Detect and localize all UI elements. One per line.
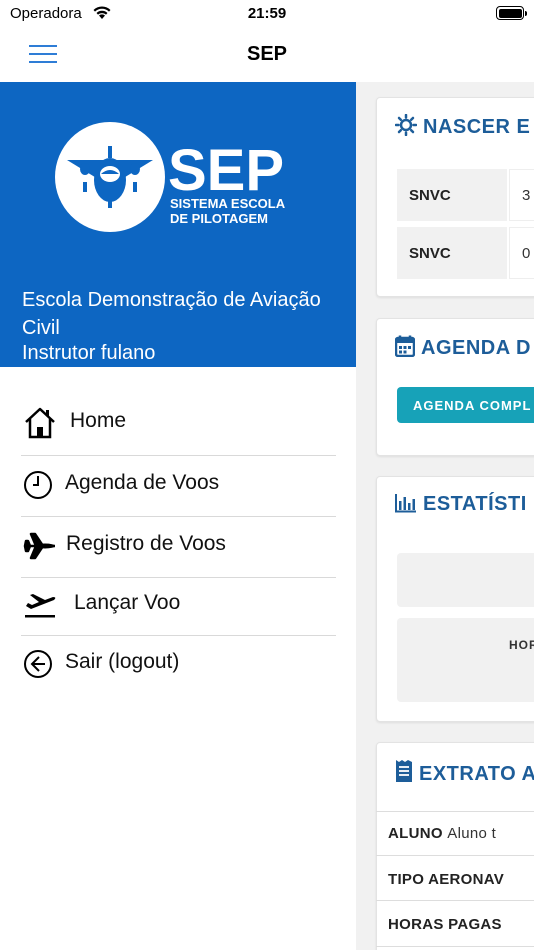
airplane-logo-icon: SEP SISTEMA ESCOLA DE PILOTAGEM bbox=[55, 122, 286, 232]
statistics-card: ESTATÍSTI HOR bbox=[376, 476, 534, 722]
menu-label: Registro de Voos bbox=[66, 532, 226, 555]
extract-row: ALUNO Aluno t bbox=[388, 825, 497, 842]
extract-row-divider bbox=[376, 855, 534, 856]
sunrise-card-title: NASCER E bbox=[394, 113, 530, 139]
bar-chart-icon bbox=[395, 494, 416, 513]
menu-item-home[interactable]: Home bbox=[21, 392, 336, 452]
sep-logo: SEP SISTEMA ESCOLA DE PILOTAGEM bbox=[55, 120, 305, 240]
airplane-icon bbox=[23, 532, 55, 560]
home-icon bbox=[25, 407, 55, 439]
menu-item-logout[interactable]: Sair (logout) bbox=[21, 633, 336, 693]
logo-subtitle-1: SISTEMA ESCOLA bbox=[170, 196, 286, 211]
sunrise-row-value: 0 bbox=[509, 227, 534, 279]
logo-subtitle-2: DE PILOTAGEM bbox=[170, 211, 268, 226]
drawer-header: SEP SISTEMA ESCOLA DE PILOTAGEM Escola D… bbox=[0, 82, 356, 367]
full-agenda-button[interactable]: AGENDA COMPL bbox=[397, 387, 534, 423]
extract-row-divider bbox=[376, 811, 534, 812]
menu-label: Lançar Voo bbox=[74, 591, 181, 614]
school-name: Escola Demonstração de Aviação Civil bbox=[22, 289, 321, 339]
statistics-card-title: ESTATÍSTI bbox=[395, 493, 527, 516]
clock-time: 21:59 bbox=[247, 5, 287, 22]
sunrise-card: NASCER E SNVC 3 SNVC 0 bbox=[376, 97, 534, 297]
menu-item-flight-log[interactable]: Registro de Voos bbox=[21, 515, 336, 575]
statistics-box bbox=[397, 553, 534, 607]
menu-label: Sair (logout) bbox=[65, 650, 180, 673]
battery-icon bbox=[496, 6, 527, 20]
main-content: NASCER E SNVC 3 SNVC 0 AGENDA D AGENDA C… bbox=[356, 82, 534, 950]
menu-item-flight-schedule[interactable]: Agenda de Voos bbox=[21, 454, 336, 514]
statistics-box: HOR bbox=[397, 618, 534, 702]
extract-row-divider bbox=[376, 900, 534, 901]
logo-big-text: SEP bbox=[168, 138, 284, 203]
sunrise-row-label: SNVC bbox=[397, 227, 507, 279]
page-title: SEP bbox=[246, 43, 288, 65]
sun-icon bbox=[394, 113, 418, 137]
menu-item-log-flight[interactable]: Lançar Voo bbox=[21, 574, 336, 634]
agenda-card: AGENDA D AGENDA COMPL bbox=[376, 318, 534, 456]
clock-icon bbox=[24, 471, 52, 499]
extract-row: TIPO AERONAV bbox=[388, 871, 505, 888]
status-bar: Operadora 21:59 bbox=[0, 0, 534, 30]
menu-label: Agenda de Voos bbox=[65, 471, 220, 494]
extract-row-divider bbox=[376, 946, 534, 947]
receipt-icon bbox=[396, 760, 412, 782]
navigation-bar: SEP bbox=[0, 30, 534, 82]
menu-label: Home bbox=[70, 409, 127, 432]
extract-row: HORAS PAGAS bbox=[388, 916, 502, 933]
agenda-card-title: AGENDA D bbox=[394, 335, 531, 360]
takeoff-icon bbox=[25, 594, 56, 618]
arrow-left-circle-icon bbox=[24, 650, 52, 678]
sunrise-row-label: SNVC bbox=[397, 169, 507, 221]
hours-label: HOR bbox=[509, 638, 534, 652]
side-drawer: SEP SISTEMA ESCOLA DE PILOTAGEM Escola D… bbox=[0, 82, 356, 950]
sunrise-row-value: 3 bbox=[509, 169, 534, 221]
instructor-name: Instrutor fulano bbox=[22, 342, 156, 364]
extract-card-title: EXTRATO A bbox=[395, 759, 534, 786]
calendar-icon bbox=[394, 335, 416, 358]
